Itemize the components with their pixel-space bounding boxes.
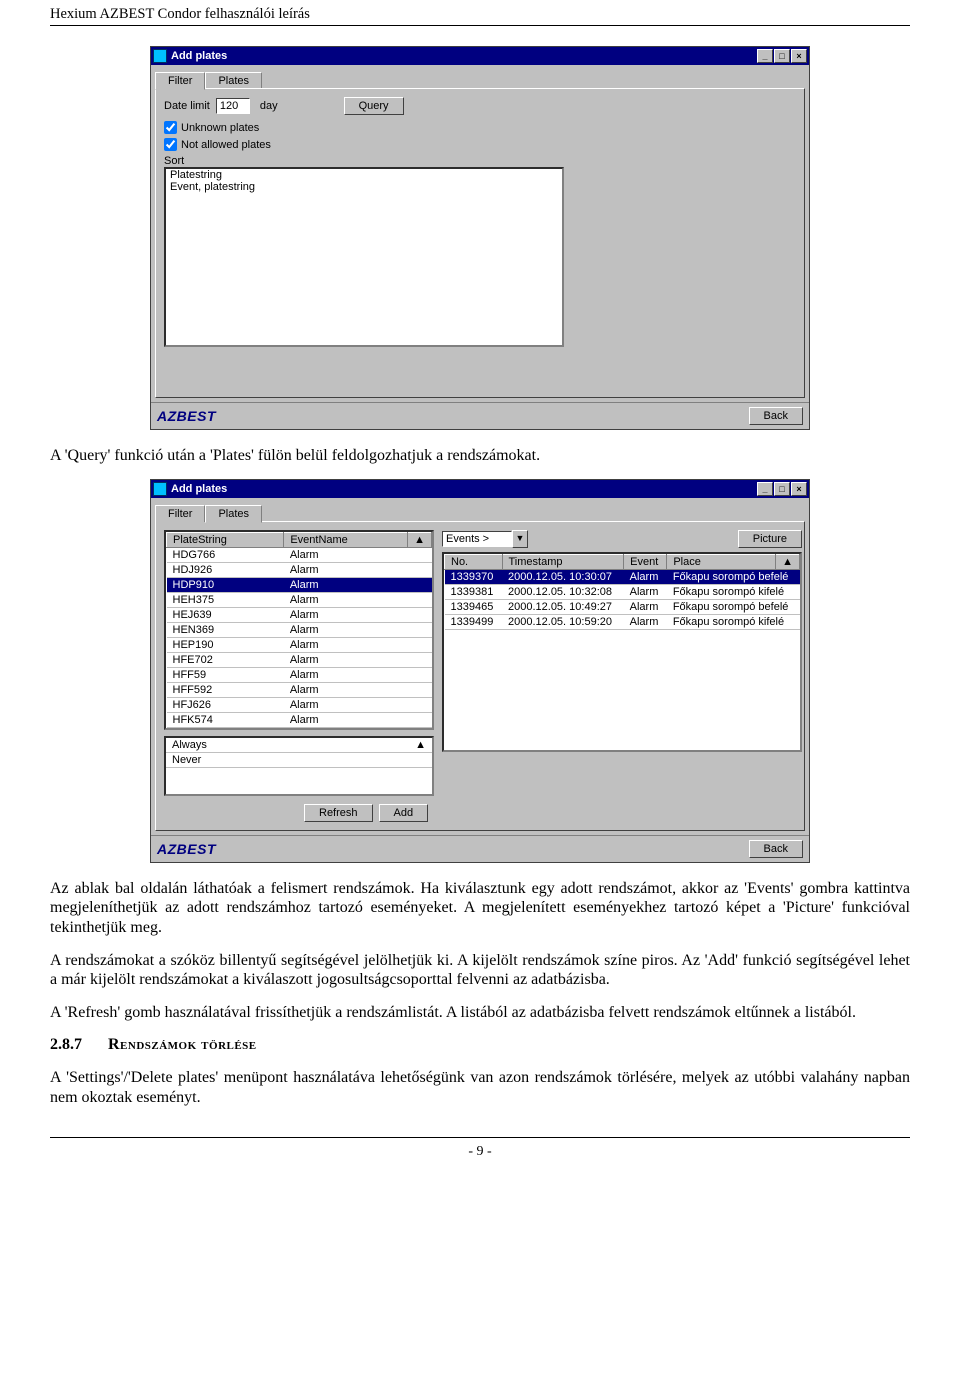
footer-bar: AZBEST Back [151,835,809,862]
label-day: day [260,100,278,112]
table-row[interactable]: 13393702000.12.05. 10:30:07AlarmFőkapu s… [445,570,800,585]
col-place[interactable]: Place [667,555,776,570]
table-row[interactable]: HEH375Alarm [167,593,432,608]
brand-logo: AZBEST [157,408,216,424]
table-row[interactable]: HEN369Alarm [167,623,432,638]
scroll-up-icon[interactable]: ▲ [776,555,800,570]
maximize-button[interactable]: □ [774,49,790,63]
refresh-button[interactable]: Refresh [304,804,373,822]
table-row[interactable]: HDP910Alarm [167,578,432,593]
table-row[interactable]: HFF592Alarm [167,683,432,698]
table-row[interactable]: 13393812000.12.05. 10:32:08AlarmFőkapu s… [445,585,800,600]
paragraph: A 'Settings'/'Delete plates' menüpont ha… [50,1068,910,1106]
paragraph: A 'Refresh' gomb használatával frissíthe… [50,1003,910,1022]
date-limit-input[interactable] [216,98,250,114]
tab-filter[interactable]: Filter [155,505,205,522]
app-icon [153,49,167,63]
col-timestamp[interactable]: Timestamp [502,555,624,570]
not-allowed-plates-label: Not allowed plates [181,139,271,151]
unknown-plates-label: Unknown plates [181,122,259,134]
close-button[interactable]: × [791,482,807,496]
table-row[interactable]: HFE702Alarm [167,653,432,668]
table-row[interactable]: HEP190Alarm [167,638,432,653]
section-number: 2.8.7 [50,1036,82,1053]
tab-plates[interactable]: Plates [205,505,262,523]
sort-label: Sort [164,155,790,167]
minimize-button[interactable]: _ [757,49,773,63]
titlebar: Add plates _ □ × [151,480,809,498]
sort-option[interactable]: Platestring [166,169,562,181]
tabstrip: Filter Plates [155,71,805,89]
plates-table[interactable]: PlateString EventName ▲ HDG766AlarmHDJ92… [164,530,434,730]
paragraph: Az ablak bal oldalán láthatóak a felisme… [50,879,910,937]
section-heading: 2.8.7 Rendszámok törlése [50,1036,910,1054]
tab-filter[interactable]: Filter [155,72,205,90]
table-row[interactable]: HEJ639Alarm [167,608,432,623]
col-platestring[interactable]: PlateString [167,533,284,548]
list-item[interactable]: Never [166,753,432,768]
section-title: Rendszámok törlése [108,1036,257,1053]
tab-plates[interactable]: Plates [205,72,262,89]
chevron-down-icon[interactable]: ▼ [512,530,528,548]
maximize-button[interactable]: □ [774,482,790,496]
add-plates-window-filter: Add plates _ □ × Filter Plates Date limi… [150,46,810,430]
window-title: Add plates [171,50,756,62]
table-row[interactable]: HDG766Alarm [167,548,432,563]
document-header: Hexium AZBEST Condor felhasználói leírás [50,0,910,25]
col-event[interactable]: Event [624,555,667,570]
app-icon [153,482,167,496]
scroll-up-icon[interactable]: ▲ [408,533,432,548]
page-footer: - 9 - [50,1137,910,1160]
sort-listbox[interactable]: Platestring Event, platestring [164,167,564,347]
tabstrip: Filter Plates [155,504,805,522]
brand-logo: AZBEST [157,841,216,857]
table-row[interactable]: HFJ626Alarm [167,698,432,713]
query-button[interactable]: Query [344,97,404,115]
tab-panel-plates: PlateString EventName ▲ HDG766AlarmHDJ92… [155,521,805,831]
events-combo[interactable] [442,531,512,547]
table-row[interactable]: 13394992000.12.05. 10:59:20AlarmFőkapu s… [445,615,800,630]
unknown-plates-checkbox[interactable] [164,121,177,134]
back-button[interactable]: Back [749,840,803,858]
window-title: Add plates [171,483,756,495]
not-allowed-plates-checkbox[interactable] [164,138,177,151]
sort-option[interactable]: Event, platestring [166,181,562,193]
minimize-button[interactable]: _ [757,482,773,496]
tab-panel-filter: Date limit day Query Unknown plates Not … [155,88,805,398]
col-eventname[interactable]: EventName [284,533,408,548]
back-button[interactable]: Back [749,407,803,425]
table-row[interactable]: HFK574Alarm [167,713,432,728]
col-no[interactable]: No. [445,555,503,570]
close-button[interactable]: × [791,49,807,63]
events-table[interactable]: No. Timestamp Event Place ▲ 13393702000.… [442,552,802,752]
paragraph: A rendszámokat a szóköz billentyű segíts… [50,951,910,989]
rules-listbox[interactable]: Always▲Never [164,736,434,796]
label-date-limit: Date limit [164,100,210,112]
table-row[interactable]: HDJ926Alarm [167,563,432,578]
list-item[interactable]: Always▲ [166,738,432,753]
add-button[interactable]: Add [379,804,429,822]
add-plates-window-plates: Add plates _ □ × Filter Plates PlateStri… [150,479,810,863]
header-rule [50,25,910,26]
picture-button[interactable]: Picture [738,530,802,548]
footer-bar: AZBEST Back [151,402,809,429]
paragraph: A 'Query' funkció után a 'Plates' fülön … [50,446,910,465]
table-row[interactable]: HFF59Alarm [167,668,432,683]
titlebar: Add plates _ □ × [151,47,809,65]
table-row[interactable]: 13394652000.12.05. 10:49:27AlarmFőkapu s… [445,600,800,615]
